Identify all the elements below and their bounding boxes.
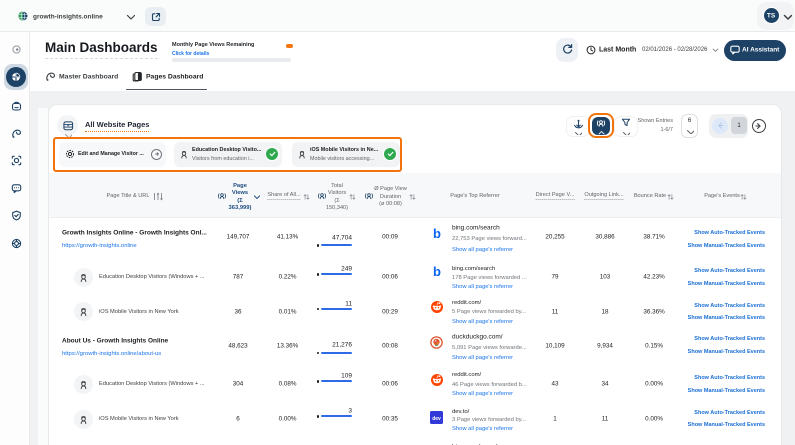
- svg-text:b: b: [433, 266, 441, 278]
- svg-text:b: b: [433, 228, 441, 240]
- svg-text:dev: dev: [432, 416, 441, 422]
